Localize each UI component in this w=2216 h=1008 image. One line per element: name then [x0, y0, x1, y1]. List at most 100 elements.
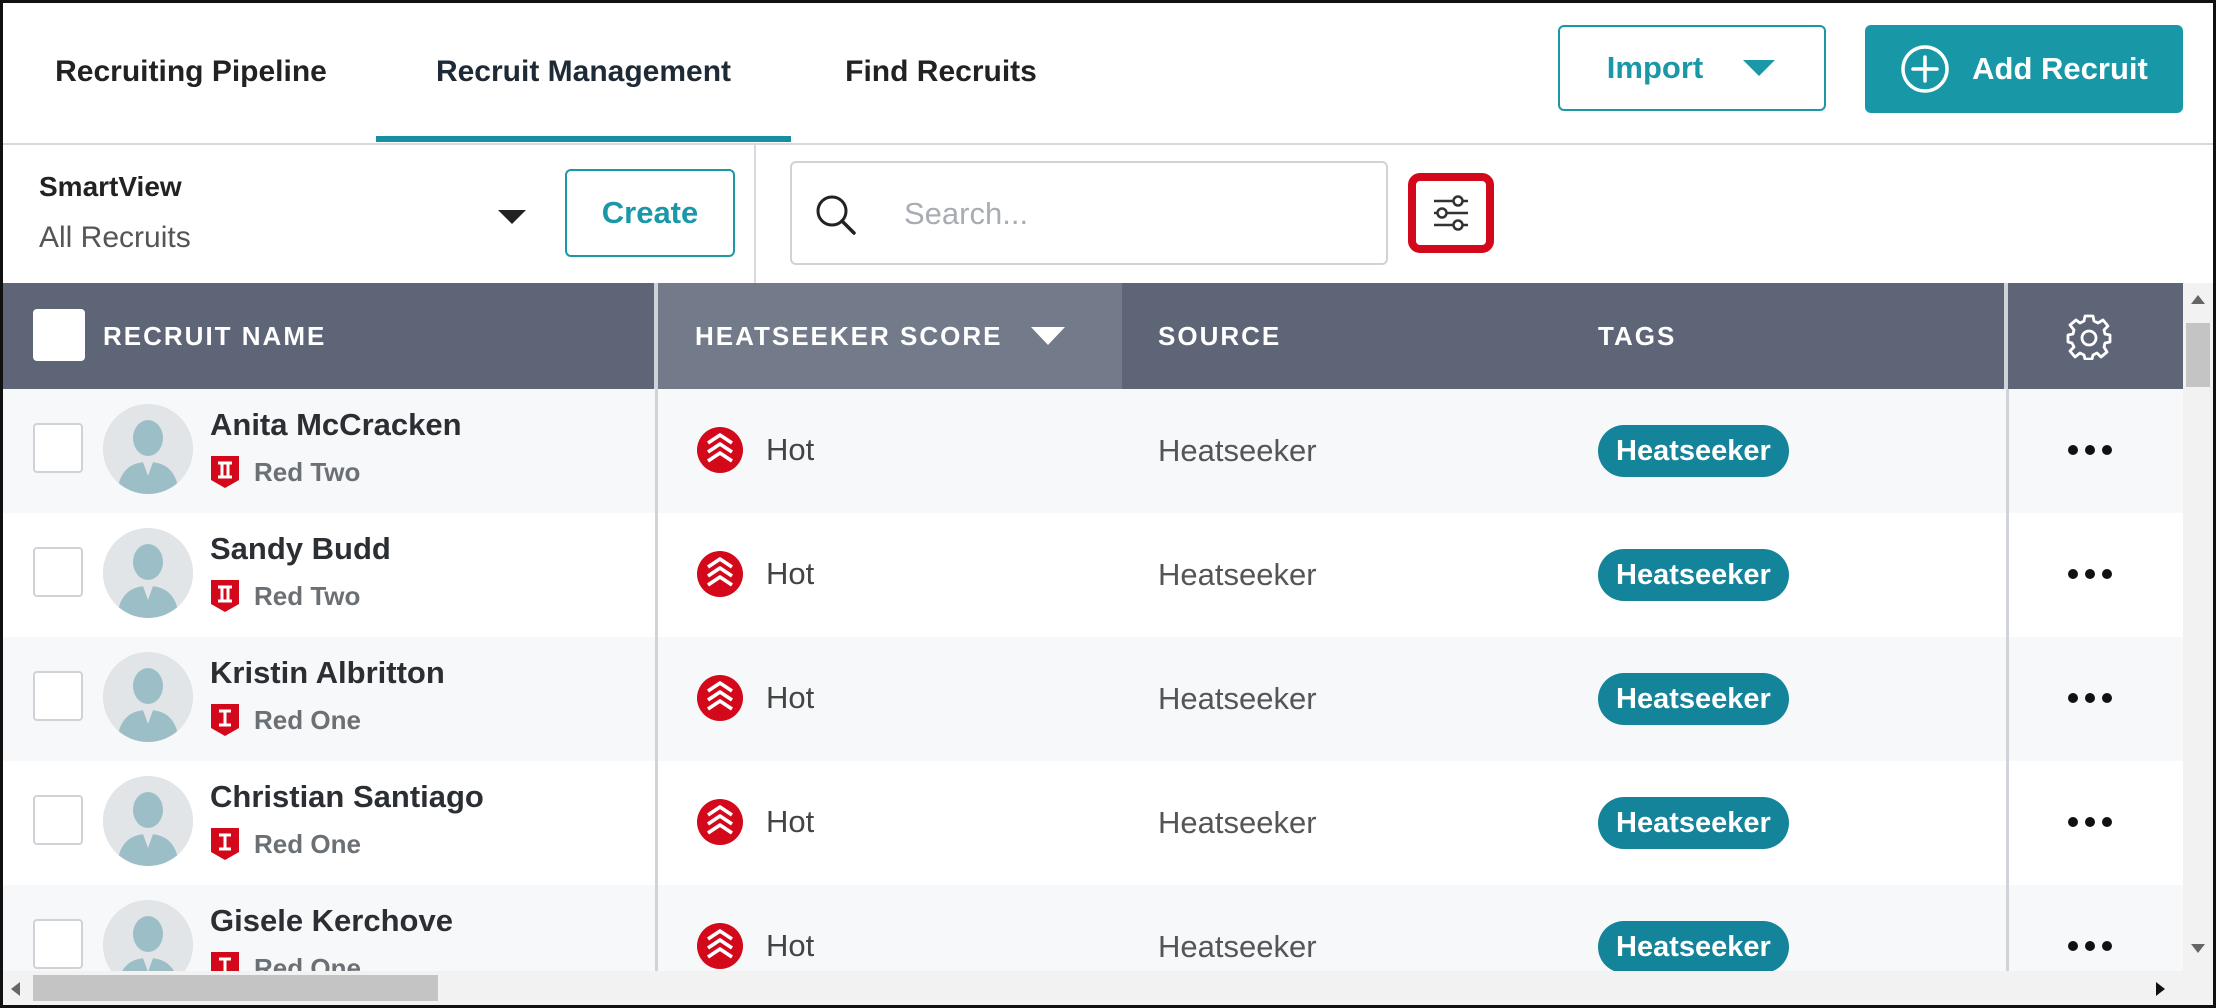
tag-badge[interactable]: Heatseeker — [1598, 921, 1789, 971]
level-badge: Red One — [210, 827, 361, 861]
ellipsis-icon — [2068, 445, 2112, 455]
column-divider — [2006, 389, 2009, 513]
vertical-scrollbar[interactable] — [2183, 283, 2213, 971]
column-settings-button[interactable] — [2065, 283, 2113, 389]
row-checkbox[interactable] — [33, 671, 83, 721]
tag-badge[interactable]: Heatseeker — [1598, 425, 1789, 477]
level-badge: Red One — [210, 951, 361, 971]
more-actions-button[interactable] — [2065, 673, 2115, 728]
table-row[interactable]: Kristin Albritton Red One Hot Heatseeker… — [3, 637, 2183, 761]
score-header-label: HEATSEEKER SCORE — [695, 320, 1003, 351]
heatseeker-score: Hot — [696, 550, 814, 598]
add-recruit-button[interactable]: Add Recruit — [1865, 25, 2183, 113]
person-avatar-icon — [103, 404, 193, 494]
score-label: Hot — [766, 556, 815, 591]
tab-recruit-management[interactable]: Recruit Management — [376, 3, 791, 141]
scroll-up-icon — [2191, 295, 2205, 304]
source-value: Heatseeker — [1158, 805, 1317, 840]
person-avatar-icon — [103, 528, 193, 618]
plus-circle-icon — [1901, 45, 1949, 93]
score-label: Hot — [766, 928, 815, 963]
horizontal-scrollbar[interactable] — [3, 971, 2213, 1005]
recruit-name[interactable]: Christian Santiago — [210, 779, 484, 815]
ellipsis-icon — [2068, 817, 2112, 827]
divider — [754, 145, 756, 283]
import-label: Import — [1606, 50, 1704, 85]
smartview-label: SmartView — [39, 171, 182, 202]
sliders-icon — [1429, 191, 1473, 235]
horizontal-scroll-thumb[interactable] — [33, 975, 438, 1001]
column-divider — [655, 885, 658, 971]
level-label: Red One — [254, 952, 361, 972]
table-row[interactable]: Christian Santiago Red One Hot Heatseeke… — [3, 761, 2183, 885]
search-box[interactable] — [790, 161, 1388, 265]
column-divider — [2004, 283, 2008, 389]
level-one-icon — [211, 828, 239, 860]
hot-score-icon — [697, 675, 743, 721]
level-label: Red One — [254, 828, 361, 859]
heatseeker-score: Hot — [696, 426, 814, 474]
table-header: RECRUIT NAME HEATSEEKER SCORE SOURCE TAG… — [3, 283, 2183, 389]
column-header-heatseeker-score[interactable]: HEATSEEKER SCORE — [695, 283, 1066, 389]
column-header-source[interactable]: SOURCE — [1158, 283, 1281, 389]
heatseeker-score: Hot — [696, 798, 814, 846]
vertical-scroll-thumb[interactable] — [2186, 323, 2210, 387]
table-body: Anita McCracken Red Two Hot Heatseeker H… — [3, 389, 2183, 971]
source-value: Heatseeker — [1158, 681, 1317, 716]
score-label: Hot — [766, 680, 815, 715]
avatar — [103, 900, 193, 971]
tag-badge[interactable]: Heatseeker — [1598, 549, 1789, 601]
import-button[interactable]: Import — [1558, 25, 1826, 111]
tag-badge[interactable]: Heatseeker — [1598, 673, 1789, 725]
recruit-name[interactable]: Sandy Budd — [210, 531, 391, 567]
chevron-down-icon — [1743, 60, 1776, 76]
table-row[interactable]: Gisele Kerchove Red One Hot Heatseeker H… — [3, 885, 2183, 971]
column-divider — [655, 389, 658, 513]
tab-recruiting-pipeline[interactable]: Recruiting Pipeline — [31, 3, 351, 141]
column-divider — [654, 283, 658, 389]
top-nav: Recruiting Pipeline Recruit Management F… — [3, 3, 2213, 145]
search-icon — [816, 195, 856, 235]
gear-icon — [2066, 314, 2112, 360]
avatar — [103, 528, 193, 618]
smartview-select[interactable]: SmartView All Recruits — [39, 171, 529, 261]
create-button[interactable]: Create — [565, 169, 735, 257]
level-label: Red Two — [254, 456, 361, 487]
column-divider — [2006, 637, 2009, 761]
source-value: Heatseeker — [1158, 557, 1317, 592]
more-actions-button[interactable] — [2065, 921, 2115, 971]
hot-score-icon — [697, 427, 743, 473]
row-checkbox[interactable] — [33, 795, 83, 845]
more-actions-button[interactable] — [2065, 797, 2115, 852]
table-row[interactable]: Anita McCracken Red Two Hot Heatseeker H… — [3, 389, 2183, 513]
level-two-icon — [211, 456, 239, 488]
column-divider — [2006, 761, 2009, 885]
row-checkbox[interactable] — [33, 547, 83, 597]
table-row[interactable]: Sandy Budd Red Two Hot Heatseeker Heatse… — [3, 513, 2183, 637]
more-actions-button[interactable] — [2065, 425, 2115, 480]
tab-find-recruits[interactable]: Find Recruits — [821, 3, 1061, 141]
ellipsis-icon — [2068, 941, 2112, 951]
tag-badge[interactable]: Heatseeker — [1598, 797, 1789, 849]
select-all-checkbox[interactable] — [33, 309, 85, 361]
ellipsis-icon — [2068, 693, 2112, 703]
level-label: Red Two — [254, 580, 361, 611]
active-tab-indicator — [376, 136, 791, 142]
row-checkbox[interactable] — [33, 423, 83, 473]
column-divider — [655, 637, 658, 761]
row-checkbox[interactable] — [33, 919, 83, 969]
more-actions-button[interactable] — [2065, 549, 2115, 604]
column-header-recruit-name[interactable]: RECRUIT NAME — [103, 283, 326, 389]
filter-settings-button[interactable] — [1408, 173, 1494, 253]
search-input[interactable] — [902, 183, 1366, 245]
sort-desc-icon — [1031, 327, 1066, 345]
recruit-name[interactable]: Gisele Kerchove — [210, 903, 453, 939]
column-header-tags[interactable]: TAGS — [1598, 283, 1676, 389]
caret-down-icon — [498, 210, 526, 224]
scroll-right-icon — [2156, 982, 2165, 996]
person-avatar-icon — [103, 776, 193, 866]
recruit-name[interactable]: Kristin Albritton — [210, 655, 445, 691]
heatseeker-score: Hot — [696, 922, 814, 970]
recruit-name[interactable]: Anita McCracken — [210, 407, 462, 443]
level-two-icon — [211, 580, 239, 612]
